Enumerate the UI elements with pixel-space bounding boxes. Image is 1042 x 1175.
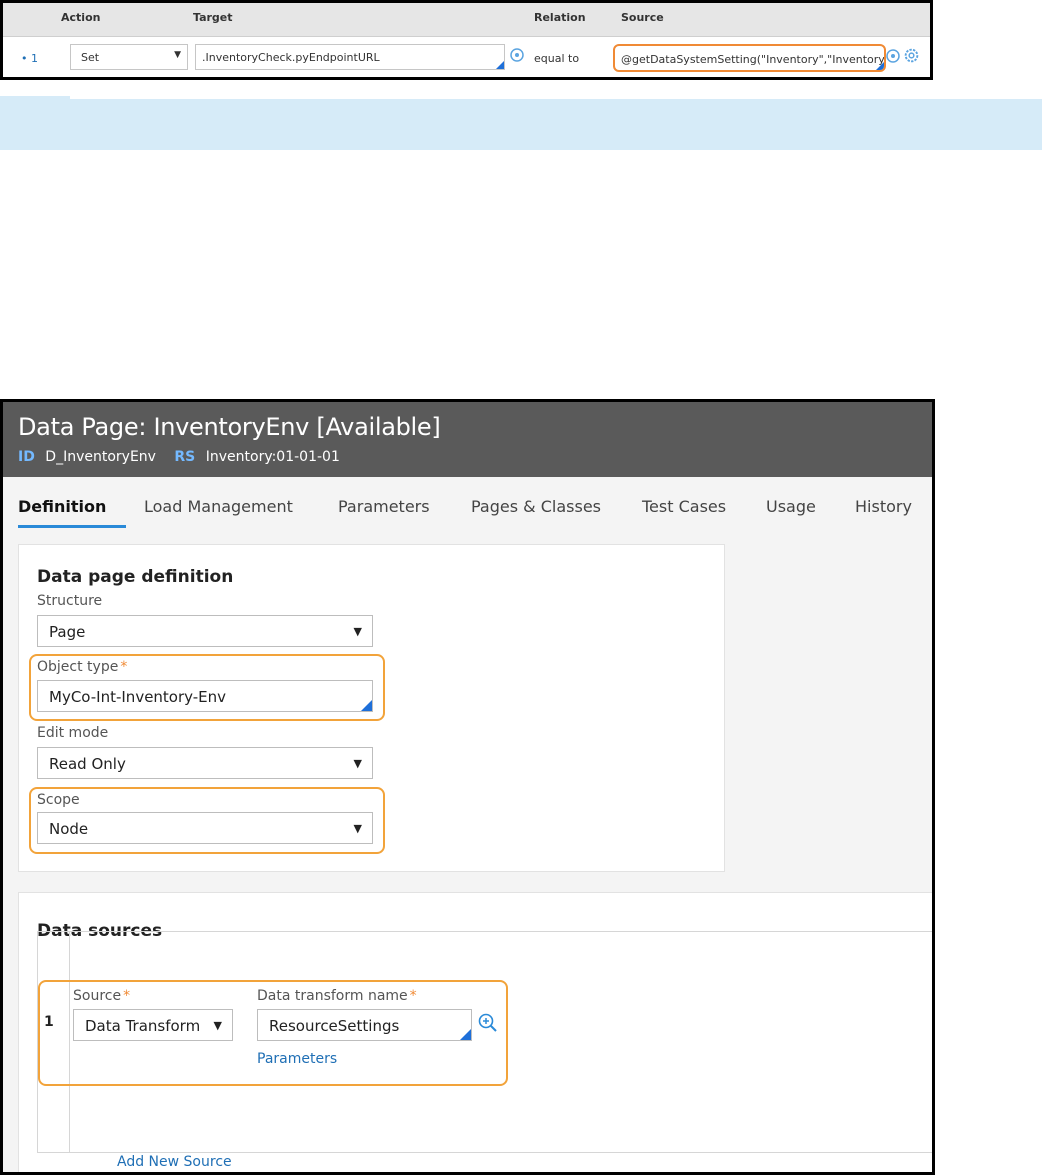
rule-tabs: Definition Load Management Parameters Pa… xyxy=(3,477,932,531)
chevron-down-icon: ▼ xyxy=(174,50,181,60)
id-value: D_InventoryEnv xyxy=(45,449,156,465)
dt-name-label: Data transform name * xyxy=(257,988,417,1004)
rule-header: Data Page: InventoryEnv [Available] ID D… xyxy=(3,402,932,477)
tab-history[interactable]: History xyxy=(855,497,912,516)
dt-name-input[interactable]: ResourceSettings xyxy=(257,1009,472,1041)
structure-value: Page xyxy=(49,623,86,641)
required-icon: * xyxy=(409,988,417,1004)
dt-relation-value: equal to xyxy=(534,52,580,65)
source-picker-icon[interactable] xyxy=(885,48,901,64)
dt-source-input[interactable]: @getDataSystemSetting("Inventory","Inven… xyxy=(613,44,886,72)
autocomplete-corner-icon xyxy=(361,700,372,711)
gear-icon[interactable] xyxy=(903,47,920,64)
edit-mode-label: Edit mode xyxy=(37,725,109,741)
dt-header-row: Action Target Relation Source xyxy=(3,3,930,37)
info-band xyxy=(0,99,1042,150)
active-tab-indicator xyxy=(18,525,126,528)
data-sources-card: Data sources 1 Source * Data Transform ▼ … xyxy=(18,892,932,1172)
ruleset-value: Inventory:01-01-01 xyxy=(205,449,340,465)
scope-label: Scope xyxy=(37,792,80,808)
id-key: ID xyxy=(18,449,35,465)
tab-load-management[interactable]: Load Management xyxy=(144,497,293,516)
zoom-in-icon[interactable] xyxy=(477,1012,499,1034)
tab-test-cases[interactable]: Test Cases xyxy=(642,497,726,516)
tab-pages-classes[interactable]: Pages & Classes xyxy=(471,497,601,516)
autocomplete-corner-icon xyxy=(496,61,504,69)
scope-select[interactable]: Node ▼ xyxy=(37,812,373,844)
dt-step-row: • 1 Set ▼ .InventoryCheck.pyEndpointURL … xyxy=(3,38,930,80)
object-type-label: Object type * xyxy=(37,659,128,675)
tab-parameters[interactable]: Parameters xyxy=(338,497,430,516)
edit-mode-value: Read Only xyxy=(49,755,126,773)
add-new-source-link[interactable]: Add New Source xyxy=(117,1154,232,1170)
dt-header-relation: Relation xyxy=(534,11,586,24)
dt-action-value: Set xyxy=(81,51,100,64)
structure-label: Structure xyxy=(37,593,103,609)
dt-name-value: ResourceSettings xyxy=(269,1017,400,1035)
chevron-down-icon: ▼ xyxy=(353,625,362,638)
tab-definition[interactable]: Definition xyxy=(18,497,106,516)
data-page-rule-form: Data Page: InventoryEnv [Available] ID D… xyxy=(0,399,935,1175)
tab-usage[interactable]: Usage xyxy=(766,497,816,516)
object-type-value: MyCo-Int-Inventory-Env xyxy=(49,688,227,706)
dt-action-select[interactable]: Set ▼ xyxy=(70,44,188,70)
rule-identifiers: ID D_InventoryEnv RS Inventory:01-01-01 xyxy=(18,449,354,465)
source-select[interactable]: Data Transform ▼ xyxy=(73,1009,233,1041)
chevron-down-icon: ▼ xyxy=(353,757,362,770)
target-picker-icon[interactable] xyxy=(509,47,525,63)
source-value: Data Transform xyxy=(85,1017,201,1035)
autocomplete-corner-icon xyxy=(460,1029,471,1040)
data-sources-grid: 1 Source * Data Transform ▼ Data transfor… xyxy=(37,931,932,1153)
required-icon: * xyxy=(123,988,131,1004)
data-transform-snippet: Action Target Relation Source • 1 Set ▼ … xyxy=(0,0,933,80)
scope-value: Node xyxy=(49,820,89,838)
chevron-down-icon: ▼ xyxy=(213,1019,222,1032)
page-title: Data Page: InventoryEnv [Available] xyxy=(18,413,441,441)
dt-row-number: • 1 xyxy=(21,52,38,65)
autocomplete-corner-icon xyxy=(876,62,884,70)
dt-header-action: Action xyxy=(61,11,101,24)
dt-target-input[interactable]: .InventoryCheck.pyEndpointURL xyxy=(195,44,505,70)
dt-header-source: Source xyxy=(621,11,664,24)
ruleset-key: RS xyxy=(174,449,196,465)
parameters-link[interactable]: Parameters xyxy=(257,1051,337,1067)
source-label: Source * xyxy=(73,988,131,1004)
dt-source-value: @getDataSystemSetting("Inventory","Inven… xyxy=(621,53,885,66)
required-icon: * xyxy=(120,659,128,675)
dt-target-value: .InventoryCheck.pyEndpointURL xyxy=(202,51,380,64)
chevron-down-icon: ▼ xyxy=(353,822,362,835)
dt-header-target: Target xyxy=(193,11,233,24)
definition-card: Data page definition Structure Page ▼ Ob… xyxy=(18,544,725,872)
definition-title: Data page definition xyxy=(37,567,234,587)
edit-mode-select[interactable]: Read Only ▼ xyxy=(37,747,373,779)
object-type-input[interactable]: MyCo-Int-Inventory-Env xyxy=(37,680,373,712)
structure-select[interactable]: Page ▼ xyxy=(37,615,373,647)
